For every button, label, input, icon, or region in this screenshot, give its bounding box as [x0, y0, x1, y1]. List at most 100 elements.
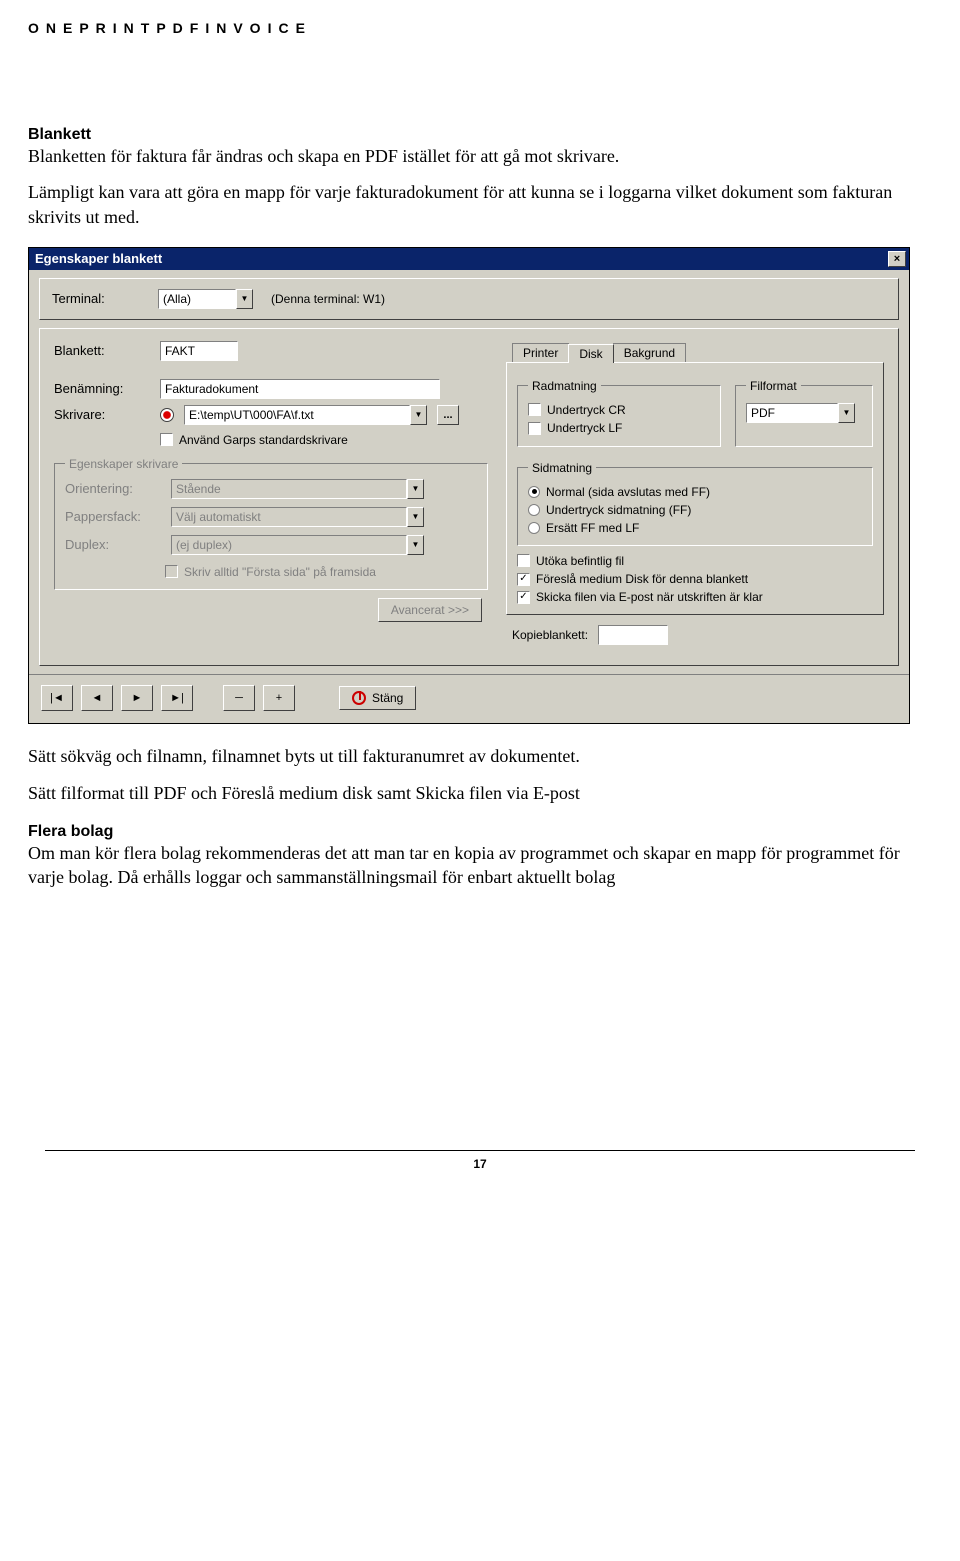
orientering-value: Stående	[171, 479, 407, 499]
pappersfack-label: Pappersfack:	[65, 509, 161, 524]
checkbox-icon	[528, 422, 541, 435]
tab-content-disk: Radmatning Undertryck CR Undertryck LF	[506, 362, 884, 616]
sidmatning-undertryck-label: Undertryck sidmatning (FF)	[546, 503, 691, 517]
filformat-group: Filformat PDF ▼	[735, 379, 873, 447]
utoka-label: Utöka befintlig fil	[536, 554, 624, 568]
radio-icon	[528, 486, 540, 498]
blankett-label: Blankett:	[54, 343, 150, 358]
page-number: 17	[45, 1150, 915, 1171]
filformat-dropdown[interactable]: PDF ▼	[746, 403, 855, 423]
nav-first-button[interactable]: |◄	[41, 685, 73, 711]
chevron-down-icon[interactable]: ▼	[236, 289, 253, 309]
terminal-note: (Denna terminal: W1)	[271, 292, 385, 306]
duplex-label: Duplex:	[65, 537, 161, 552]
checkbox-checked-icon: ✓	[517, 591, 530, 604]
filformat-value: PDF	[746, 403, 838, 423]
pappersfack-dropdown: Välj automatiskt ▼	[171, 507, 424, 527]
orientering-dropdown: Stående ▼	[171, 479, 424, 499]
kopieblankett-label: Kopieblankett:	[512, 628, 588, 642]
para-after-2: Sätt filformat till PDF och Föreslå medi…	[28, 781, 932, 805]
tab-disk[interactable]: Disk	[568, 344, 613, 363]
anvand-standard-label: Använd Garps standardskrivare	[179, 433, 348, 447]
benamning-value[interactable]: Fakturadokument	[160, 379, 440, 399]
dialog-title: Egenskaper blankett	[35, 251, 162, 266]
checkbox-icon	[528, 403, 541, 416]
radmatning-group: Radmatning Undertryck CR Undertryck LF	[517, 379, 721, 447]
anvand-standard-checkbox[interactable]: Använd Garps standardskrivare	[160, 433, 348, 447]
orientering-label: Orientering:	[65, 481, 161, 496]
stang-label: Stäng	[372, 691, 403, 705]
duplex-value: (ej duplex)	[171, 535, 407, 555]
sidmatning-ersatt-label: Ersätt FF med LF	[546, 521, 639, 535]
dialog-egenskaper-blankett: Egenskaper blankett × Terminal: (Alla) ▼…	[28, 247, 910, 725]
avancerat-button: Avancerat >>>	[378, 598, 482, 622]
sidmatning-legend: Sidmatning	[528, 461, 596, 475]
radio-icon	[528, 522, 540, 534]
undertryck-lf-label: Undertryck LF	[547, 421, 622, 435]
checkbox-icon	[517, 554, 530, 567]
browse-button[interactable]: ...	[437, 405, 459, 425]
para-blankett-1: Blanketten för faktura får ändras och sk…	[28, 144, 932, 168]
skicka-label: Skicka filen via E-post när utskriften ä…	[536, 590, 763, 604]
skrivare-label: Skrivare:	[54, 407, 150, 422]
checkbox-icon	[165, 565, 178, 578]
checkbox-icon	[160, 433, 173, 446]
terminal-label: Terminal:	[52, 291, 148, 306]
chevron-down-icon: ▼	[407, 507, 424, 527]
foresla-checkbox[interactable]: ✓ Föreslå medium Disk för denna blankett	[517, 572, 748, 586]
sidmatning-ersatt-radio[interactable]: Ersätt FF med LF	[528, 521, 639, 535]
para-after-1: Sätt sökväg och filnamn, filnamnet byts …	[28, 744, 932, 768]
kopieblankett-field[interactable]	[598, 625, 668, 645]
printer-status-icon	[160, 408, 174, 422]
heading-blankett: Blankett	[28, 126, 932, 144]
heading-flera-bolag: Flera bolag	[28, 823, 932, 841]
nav-next-button[interactable]: ►|	[161, 685, 193, 711]
undertryck-cr-label: Undertryck CR	[547, 403, 626, 417]
stang-button[interactable]: Stäng	[339, 686, 416, 710]
benamning-label: Benämning:	[54, 381, 150, 396]
skrivare-value: E:\temp\UT\000\FA\f.txt	[184, 405, 410, 425]
egenskaper-skrivare-group: Egenskaper skrivare Orientering: Stående…	[54, 457, 488, 590]
duplex-dropdown: (ej duplex) ▼	[171, 535, 424, 555]
close-button[interactable]: ×	[888, 251, 906, 267]
chevron-down-icon[interactable]: ▼	[838, 403, 855, 423]
checkbox-checked-icon: ✓	[517, 573, 530, 586]
sidmatning-group: Sidmatning Normal (sida avslutas med FF)…	[517, 461, 873, 546]
page-footer: 17	[28, 1150, 932, 1171]
pappersfack-value: Välj automatiskt	[171, 507, 407, 527]
undertryck-cr-checkbox[interactable]: Undertryck CR	[528, 403, 626, 417]
sidmatning-undertryck-radio[interactable]: Undertryck sidmatning (FF)	[528, 503, 691, 517]
skrivare-dropdown[interactable]: E:\temp\UT\000\FA\f.txt ▼	[184, 405, 427, 425]
chevron-down-icon: ▼	[407, 535, 424, 555]
radio-icon	[528, 504, 540, 516]
para-blankett-2: Lämpligt kan vara att göra en mapp för v…	[28, 180, 932, 229]
tab-strip: Printer Disk Bakgrund	[512, 343, 884, 362]
page-header: ONEPRINTPDFINVOICE	[28, 20, 932, 36]
tab-printer[interactable]: Printer	[512, 343, 569, 362]
terminal-value: (Alla)	[158, 289, 236, 309]
skicka-checkbox[interactable]: ✓ Skicka filen via E-post när utskriften…	[517, 590, 763, 604]
undertryck-lf-checkbox[interactable]: Undertryck LF	[528, 421, 622, 435]
egenskaper-skrivare-legend: Egenskaper skrivare	[65, 457, 182, 471]
skriv-alltid-label: Skriv alltid "Första sida" på framsida	[184, 565, 376, 579]
blankett-value[interactable]: FAKT	[160, 341, 238, 361]
nav-play-button[interactable]: ►	[121, 685, 153, 711]
para-flera-bolag: Om man kör flera bolag rekommenderas det…	[28, 841, 932, 890]
terminal-dropdown[interactable]: (Alla) ▼	[158, 289, 253, 309]
nav-plus-button[interactable]: +	[263, 685, 295, 711]
nav-prev-button[interactable]: ◄	[81, 685, 113, 711]
foresla-label: Föreslå medium Disk för denna blankett	[536, 572, 748, 586]
dialog-titlebar: Egenskaper blankett ×	[29, 248, 909, 270]
nav-minus-button[interactable]: ─	[223, 685, 255, 711]
power-icon	[352, 691, 366, 705]
radmatning-legend: Radmatning	[528, 379, 601, 393]
sidmatning-normal-radio[interactable]: Normal (sida avslutas med FF)	[528, 485, 710, 499]
dialog-toolbar: |◄ ◄ ► ►| ─ + Stäng	[29, 674, 909, 723]
sidmatning-normal-label: Normal (sida avslutas med FF)	[546, 485, 710, 499]
filformat-legend: Filformat	[746, 379, 801, 393]
utoka-checkbox[interactable]: Utöka befintlig fil	[517, 554, 624, 568]
chevron-down-icon[interactable]: ▼	[410, 405, 427, 425]
skriv-alltid-checkbox: Skriv alltid "Första sida" på framsida	[165, 565, 376, 579]
tab-bakgrund[interactable]: Bakgrund	[613, 343, 686, 362]
chevron-down-icon: ▼	[407, 479, 424, 499]
